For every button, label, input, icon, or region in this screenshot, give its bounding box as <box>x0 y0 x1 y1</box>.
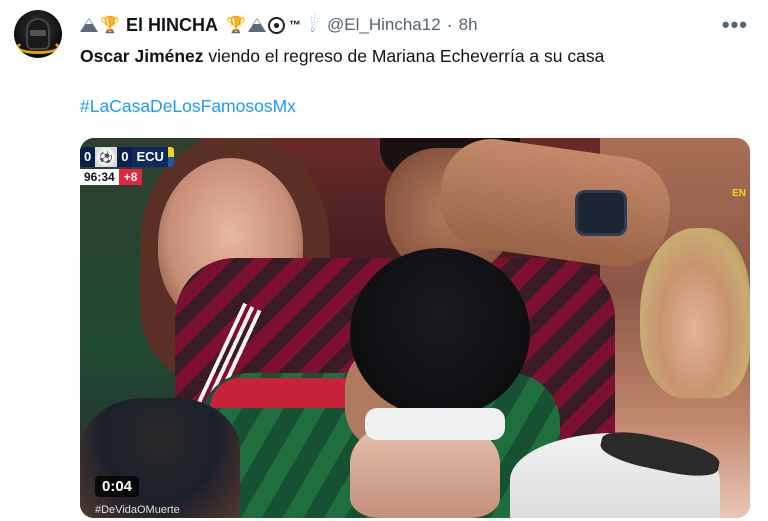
more-options-icon[interactable]: ••• <box>722 12 748 38</box>
scoreboard: 0 ⚽ 0 ECU 96:34 +8 <box>80 147 174 185</box>
avatar[interactable] <box>14 10 62 58</box>
post-text: Oscar Jiménez viendo el regreso de Maria… <box>80 44 604 68</box>
video-player[interactable]: 0 ⚽ 0 ECU 96:34 +8 EN 0:04 #DeVidaOMuert… <box>80 138 750 518</box>
spectator-blonde <box>640 228 750 398</box>
side-tag: EN <box>732 188 746 199</box>
caption-fragment: #DeVidaOMuerte <box>95 504 180 516</box>
mountain-icon <box>80 18 98 32</box>
trophy-icon: 🏆 <box>100 17 120 34</box>
away-team: ECU <box>136 149 164 164</box>
soccer-ball-icon <box>268 16 286 34</box>
post-timestamp[interactable]: 8h <box>459 15 478 35</box>
trophy-icon: 🏆 <box>226 17 246 34</box>
post-text-rest: viendo el regreso de Mariana Echeverría … <box>203 46 605 66</box>
avatar-ring <box>16 40 60 54</box>
away-score: 0 <box>117 147 133 167</box>
added-time: +8 <box>118 169 143 185</box>
team-crest-icon: ⚽ <box>95 147 118 167</box>
home-score: 0 <box>80 147 96 167</box>
spectator-bottom-left <box>80 398 240 518</box>
ecuador-flag-icon <box>167 147 174 167</box>
kid-head <box>350 248 530 418</box>
match-clock: 96:34 <box>80 169 119 185</box>
tissue <box>365 408 505 440</box>
hashtag-link[interactable]: #LaCasaDeLosFamososMx <box>80 96 296 117</box>
account-handle[interactable]: @El_Hincha12 <box>327 15 441 35</box>
visor-shape <box>30 30 46 36</box>
comet-icon: ☄ <box>304 14 326 37</box>
mountain-icon <box>248 18 267 32</box>
wristwatch <box>575 190 627 236</box>
video-duration: 0:04 <box>95 476 140 497</box>
post-header: 🏆 El HINCHA 🏆 ™ ☄ @El_Hincha12 · 8h <box>80 13 478 37</box>
trademark-badge: ™ <box>289 18 302 32</box>
post-text-bold: Oscar Jiménez <box>80 46 204 66</box>
display-name[interactable]: El HINCHA <box>126 15 218 36</box>
separator-dot: · <box>446 14 453 35</box>
